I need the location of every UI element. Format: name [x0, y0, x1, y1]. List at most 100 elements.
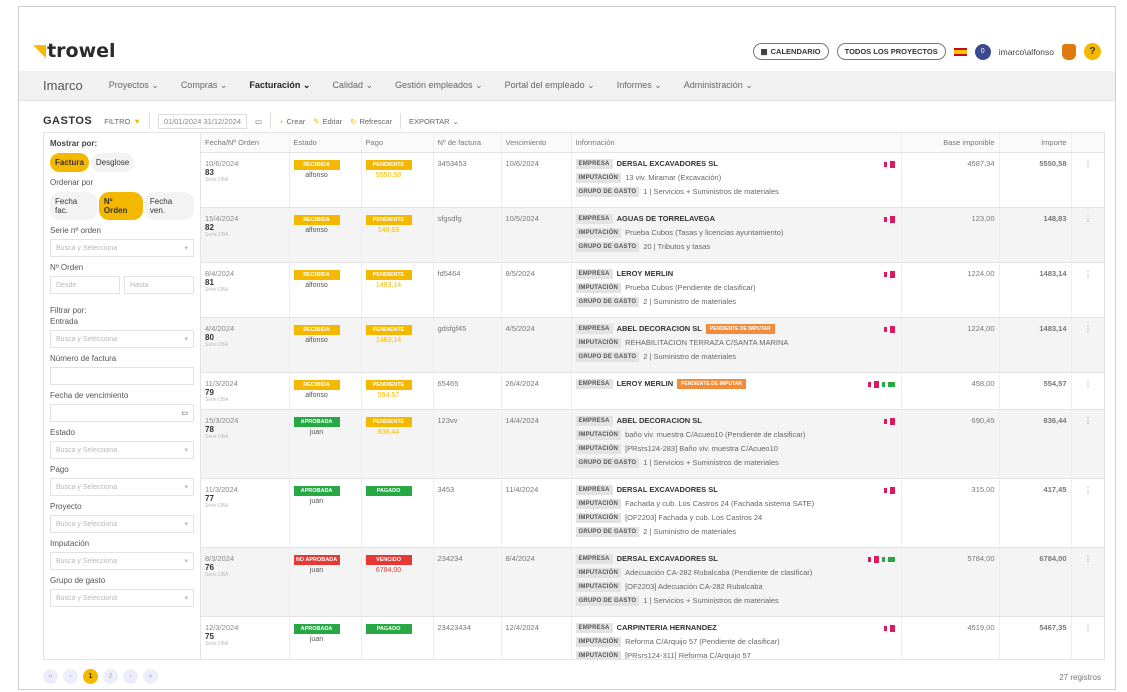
row-menu-icon[interactable]: ⋮ [1071, 262, 1104, 318]
page-button[interactable]: › [123, 669, 138, 684]
row-menu-icon[interactable]: ⋮ [1071, 207, 1104, 263]
payment-icon[interactable] [887, 556, 895, 562]
date-range-input[interactable]: 01/01/2024 31/12/2024 [157, 113, 247, 129]
help-icon[interactable]: ? [1084, 43, 1101, 60]
entered-select[interactable]: Busca y Selecciona ▾ [50, 330, 194, 348]
pdf-icon[interactable] [883, 216, 887, 222]
company-name[interactable]: ABEL DECORACION SL [617, 416, 702, 425]
create-button[interactable]: + Crear [279, 117, 305, 126]
pdf-icon[interactable] [873, 555, 879, 563]
pdf-icon[interactable] [881, 381, 885, 387]
nav-item-portal-del-empleado[interactable]: Portal del empleado ⌄ [505, 80, 595, 91]
table-row[interactable]: 15/4/2024 82 Serie DBA RECIBIDA alfonso PE… [201, 207, 1104, 263]
company-name[interactable]: DERSAL EXCAVADORES SL [617, 159, 718, 168]
pdf-icon[interactable] [881, 556, 885, 562]
notifications-icon[interactable]: 0 [974, 43, 991, 60]
table-row[interactable]: 11/3/2024 77 Serie DBA APROBADA juan PAGAD… [201, 478, 1104, 548]
order-by-fecha-ven[interactable]: Fecha ven. [144, 192, 194, 220]
page-button[interactable]: 2 [103, 669, 118, 684]
payment-icon[interactable] [887, 381, 895, 387]
nav-item-calidad[interactable]: Calidad ⌄ [332, 80, 373, 91]
serie-select[interactable]: Busca y Selecciona ▾ [50, 239, 194, 257]
order-from-input[interactable]: Desde [50, 276, 120, 294]
pdf-icon[interactable] [883, 161, 887, 167]
column-header[interactable]: Importe [999, 133, 1072, 153]
row-menu-icon[interactable]: ⋮ [1071, 152, 1104, 208]
pdf-icon[interactable] [889, 486, 895, 494]
table-row[interactable]: 4/4/2024 80 Serie DBA RECIBIDA alfonso PEN… [201, 317, 1104, 373]
payment-select[interactable]: Busca y Selecciona ▾ [50, 478, 194, 496]
table-row[interactable]: 8/3/2024 76 Serie DBA NO APROBADA juan VEN… [201, 547, 1104, 617]
pdf-icon[interactable] [889, 417, 895, 425]
username[interactable]: imarco\alfonso [999, 47, 1054, 57]
column-header[interactable]: Base imponible [901, 133, 1000, 153]
pdf-icon[interactable] [889, 325, 895, 333]
page-button[interactable]: » [143, 669, 158, 684]
pdf-icon[interactable] [883, 326, 887, 332]
page-button[interactable]: « [43, 669, 58, 684]
order-by-orden[interactable]: Nº Orden [98, 192, 143, 220]
filter-button[interactable]: FILTRO ▼ [104, 117, 141, 126]
table-row[interactable]: 11/3/2024 79 Serie DBA RECIBIDA alfonso PE… [201, 372, 1104, 410]
pdf-icon[interactable] [867, 556, 871, 562]
pdf-icon[interactable] [883, 487, 887, 493]
column-header[interactable]: Vencimiento [501, 133, 572, 153]
status-select[interactable]: Busca y Selecciona ▾ [50, 441, 194, 459]
column-header[interactable]: Estado [289, 133, 362, 153]
company-name[interactable]: AGUAS DE TORRELAVEGA [617, 214, 715, 223]
company-name[interactable]: CARPINTERIA HERNANDEZ [617, 623, 717, 632]
all-projects-button[interactable]: TODOS LOS PROYECTOS [836, 43, 946, 60]
row-menu-icon[interactable]: ⋮ [1071, 616, 1104, 659]
row-menu-icon[interactable]: ⋮ [1071, 409, 1104, 479]
project-select[interactable]: Busca y Selecciona ▾ [50, 515, 194, 533]
nav-item-proyectos[interactable]: Proyectos ⌄ [109, 80, 159, 91]
pdf-icon[interactable] [867, 381, 871, 387]
pdf-icon[interactable] [889, 270, 895, 278]
nav-item-informes[interactable]: Informes ⌄ [617, 80, 662, 91]
show-by-factura[interactable]: Factura [50, 153, 89, 172]
nav-item-facturaci-n[interactable]: Facturación ⌄ [249, 80, 310, 91]
edit-button[interactable]: ✎ Editar [313, 117, 342, 126]
row-menu-icon[interactable]: ⋮ [1071, 478, 1104, 548]
table-row[interactable]: 15/3/2024 78 Serie DBA APROBADA juan PENDI… [201, 409, 1104, 479]
table-row[interactable]: 12/3/2024 75 Serie DBA APROBADA juan PAGAD… [201, 616, 1104, 659]
invoice-number-input[interactable] [50, 367, 194, 385]
order-by-fecha-fac[interactable]: Fecha fac. [50, 192, 97, 220]
calendar-picker-icon[interactable]: ▭ [255, 117, 262, 126]
row-menu-icon[interactable]: ⋮ [1071, 547, 1104, 617]
pdf-icon[interactable] [889, 160, 895, 168]
nav-brand[interactable]: Imarco [43, 78, 83, 93]
nav-item-administraci-n[interactable]: Administración ⌄ [684, 80, 753, 91]
pdf-icon[interactable] [883, 418, 887, 424]
pdf-icon[interactable] [883, 625, 887, 631]
export-button[interactable]: EXPORTAR ⌄ [409, 117, 459, 126]
page-button[interactable]: 1 [83, 669, 98, 684]
column-header[interactable] [1071, 133, 1104, 153]
column-header[interactable]: Nº de factura [433, 133, 502, 153]
pdf-icon[interactable] [889, 215, 895, 223]
trowel-logo[interactable]: ◥ trowel [33, 40, 116, 62]
calendar-button[interactable]: ▦ CALENDARIO [752, 43, 829, 60]
column-header[interactable]: Fecha/Nº Orden [201, 133, 290, 153]
pdf-icon[interactable] [883, 271, 887, 277]
nav-item-compras[interactable]: Compras ⌄ [181, 80, 228, 91]
order-to-input[interactable]: Hasta [124, 276, 194, 294]
table-row[interactable]: 8/4/2024 81 Serie DBA RECIBIDA alfonso PEN… [201, 262, 1104, 318]
column-header[interactable]: Pago [361, 133, 434, 153]
spanish-flag-icon[interactable] [953, 47, 967, 56]
refresh-button[interactable]: ↻ Refrescar [350, 117, 392, 126]
company-name[interactable]: LEROY MERLIN [617, 379, 674, 388]
company-name[interactable]: DERSAL EXCAVADORES SL [617, 485, 718, 494]
pdf-icon[interactable] [873, 380, 879, 388]
show-by-desglose[interactable]: Desglose [90, 153, 135, 172]
page-button[interactable]: ‹ [63, 669, 78, 684]
row-menu-icon[interactable]: ⋮ [1071, 372, 1104, 410]
pdf-icon[interactable] [889, 624, 895, 632]
avatar[interactable] [1062, 43, 1076, 60]
due-date-input[interactable]: ▭ [50, 404, 194, 422]
company-name[interactable]: DERSAL EXCAVADORES SL [617, 554, 718, 563]
nav-item-gesti-n-empleados[interactable]: Gestión empleados ⌄ [395, 80, 483, 91]
imputation-select[interactable]: Busca y Selecciona ▾ [50, 552, 194, 570]
expense-group-select[interactable]: Busca y Selecciona ▾ [50, 589, 194, 607]
row-menu-icon[interactable]: ⋮ [1071, 317, 1104, 373]
